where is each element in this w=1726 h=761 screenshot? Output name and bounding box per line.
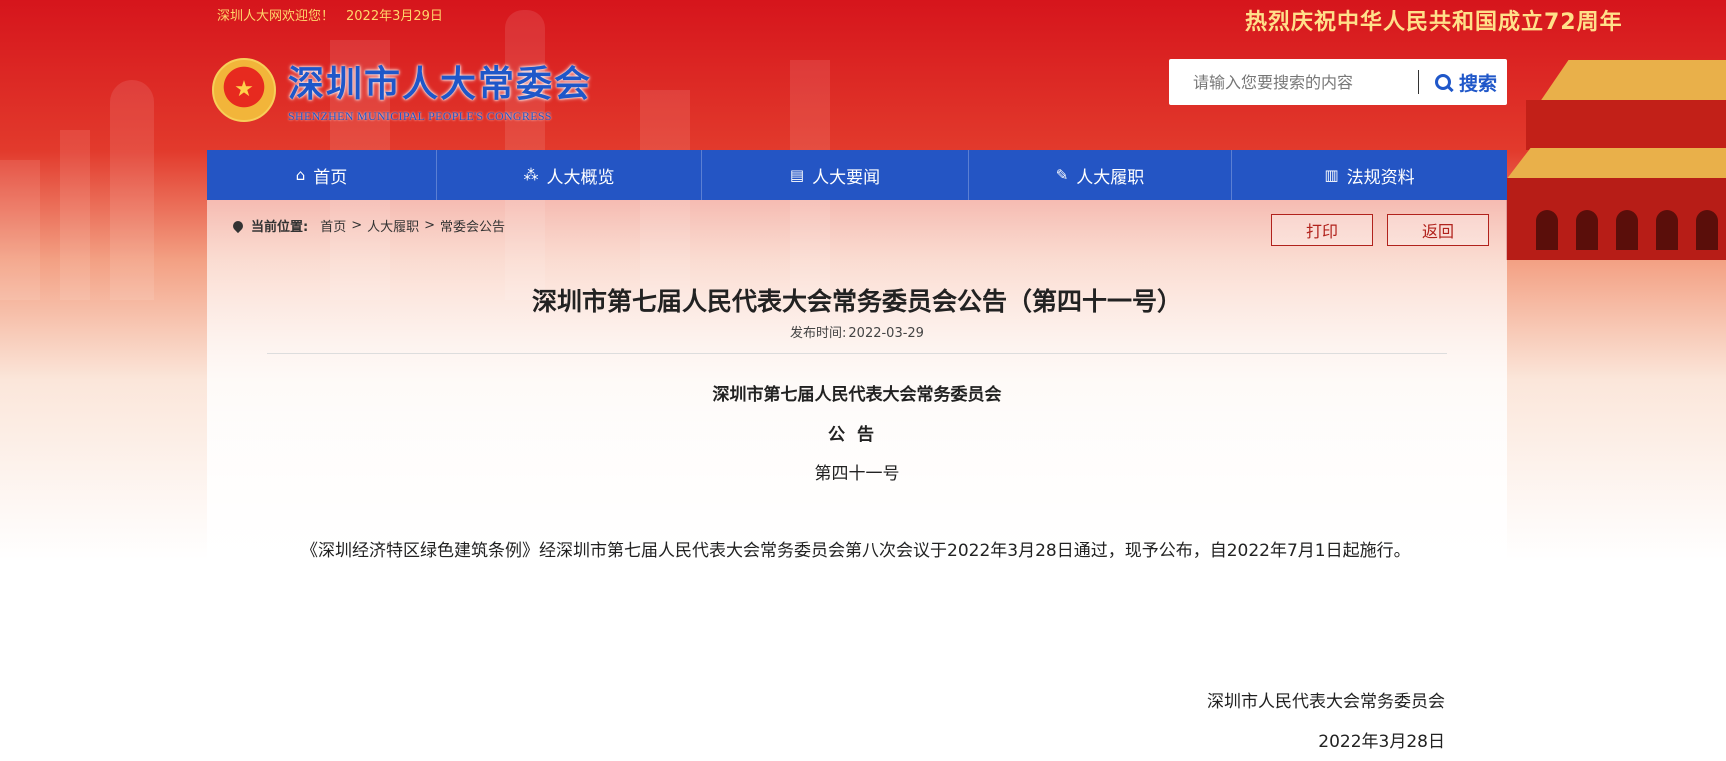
search-button-label: 搜索	[1459, 72, 1498, 95]
nav-item-label: 人大履职	[1076, 167, 1145, 188]
article-heading-announcement: 公告	[828, 425, 886, 445]
topbar-welcome: 深圳人大网欢迎您！ 2022年3月29日	[217, 5, 443, 24]
article-heading-committee: 深圳市第七届人民代表大会常务委员会	[712, 385, 1002, 405]
news-icon: ▤	[789, 166, 805, 184]
nav-item-duty[interactable]: ✎ 人大履职	[969, 150, 1232, 200]
logo-title: 深圳市人大常委会	[288, 63, 593, 105]
article-title: 深圳市第七届人民代表大会常务委员会公告（第四十一号）	[531, 287, 1182, 316]
nav-item-label: 法规资料	[1346, 167, 1415, 188]
breadcrumb-item-home[interactable]: 首页	[320, 216, 346, 235]
article-body: 《深圳经济特区绿色建筑条例》经深圳市第七届人民代表大会常务委员会第八次会议于20…	[301, 541, 1411, 561]
search-divider	[1418, 70, 1419, 94]
national-emblem-icon: ★	[212, 57, 276, 122]
print-button[interactable]: 打印	[1271, 214, 1373, 246]
publish-time: 发布时间: 2022-03-29	[207, 322, 1507, 341]
article-panel: 当前位置: 首页 > 人大履职 > 常委会公告 打印 返回 深圳市第七届人民代表…	[207, 200, 1507, 761]
search-button[interactable]: 搜索	[1435, 69, 1497, 96]
search-icon	[1435, 74, 1451, 90]
breadcrumb: 当前位置: 首页 > 人大履职 > 常委会公告	[230, 216, 505, 235]
nav-item-label: 首页	[313, 167, 348, 188]
main-nav: ⌂ 首页 ⁂ 人大概览 ▤ 人大要闻 ✎ 人大履职 ▥ 法规资料	[207, 150, 1507, 200]
welcome-text: 深圳人大网欢迎您！	[217, 9, 335, 24]
search-input[interactable]	[1193, 72, 1418, 92]
org-chart-icon: ⁂	[523, 166, 539, 184]
article-signature: 深圳市人民代表大会常务委员会	[1207, 692, 1445, 712]
breadcrumb-label: 当前位置:	[251, 220, 309, 235]
nav-item-label: 人大概览	[546, 167, 615, 188]
publish-time-value: 2022-03-29	[848, 326, 924, 341]
divider	[267, 353, 1447, 354]
breadcrumb-item-announcements[interactable]: 常委会公告	[440, 216, 505, 235]
nav-item-overview[interactable]: ⁂ 人大概览	[437, 150, 702, 200]
logo-subtitle: SHENZHEN MUNICIPAL PEOPLE'S CONGRESS	[288, 109, 552, 123]
location-pin-icon	[230, 218, 246, 233]
tiananmen-decoration	[1486, 60, 1726, 260]
nav-item-regulations[interactable]: ▥ 法规资料	[1232, 150, 1507, 200]
nav-item-home[interactable]: ⌂ 首页	[207, 150, 437, 200]
home-icon: ⌂	[295, 166, 306, 184]
nav-item-label: 人大要闻	[812, 167, 881, 188]
article-heading-number: 第四十一号	[814, 464, 900, 484]
breadcrumb-item-duty[interactable]: 人大履职	[367, 216, 419, 235]
search-box: 搜索	[1169, 59, 1507, 105]
site-logo[interactable]: ★ 深圳市人大常委会 SHENZHEN MUNICIPAL PEOPLE'S C…	[212, 55, 592, 124]
article-date: 2022年3月28日	[1318, 732, 1445, 752]
books-icon: ▥	[1324, 166, 1339, 184]
publish-time-label: 发布时间:	[790, 326, 847, 341]
breadcrumb-separator: >	[424, 218, 436, 233]
celebration-banner: 热烈庆祝中华人民共和国成立72周年	[1245, 10, 1623, 35]
back-button[interactable]: 返回	[1387, 214, 1489, 246]
topbar-date: 2022年3月29日	[346, 9, 443, 24]
duty-icon: ✎	[1055, 166, 1069, 184]
nav-item-news[interactable]: ▤ 人大要闻	[702, 150, 969, 200]
breadcrumb-separator: >	[351, 218, 363, 233]
